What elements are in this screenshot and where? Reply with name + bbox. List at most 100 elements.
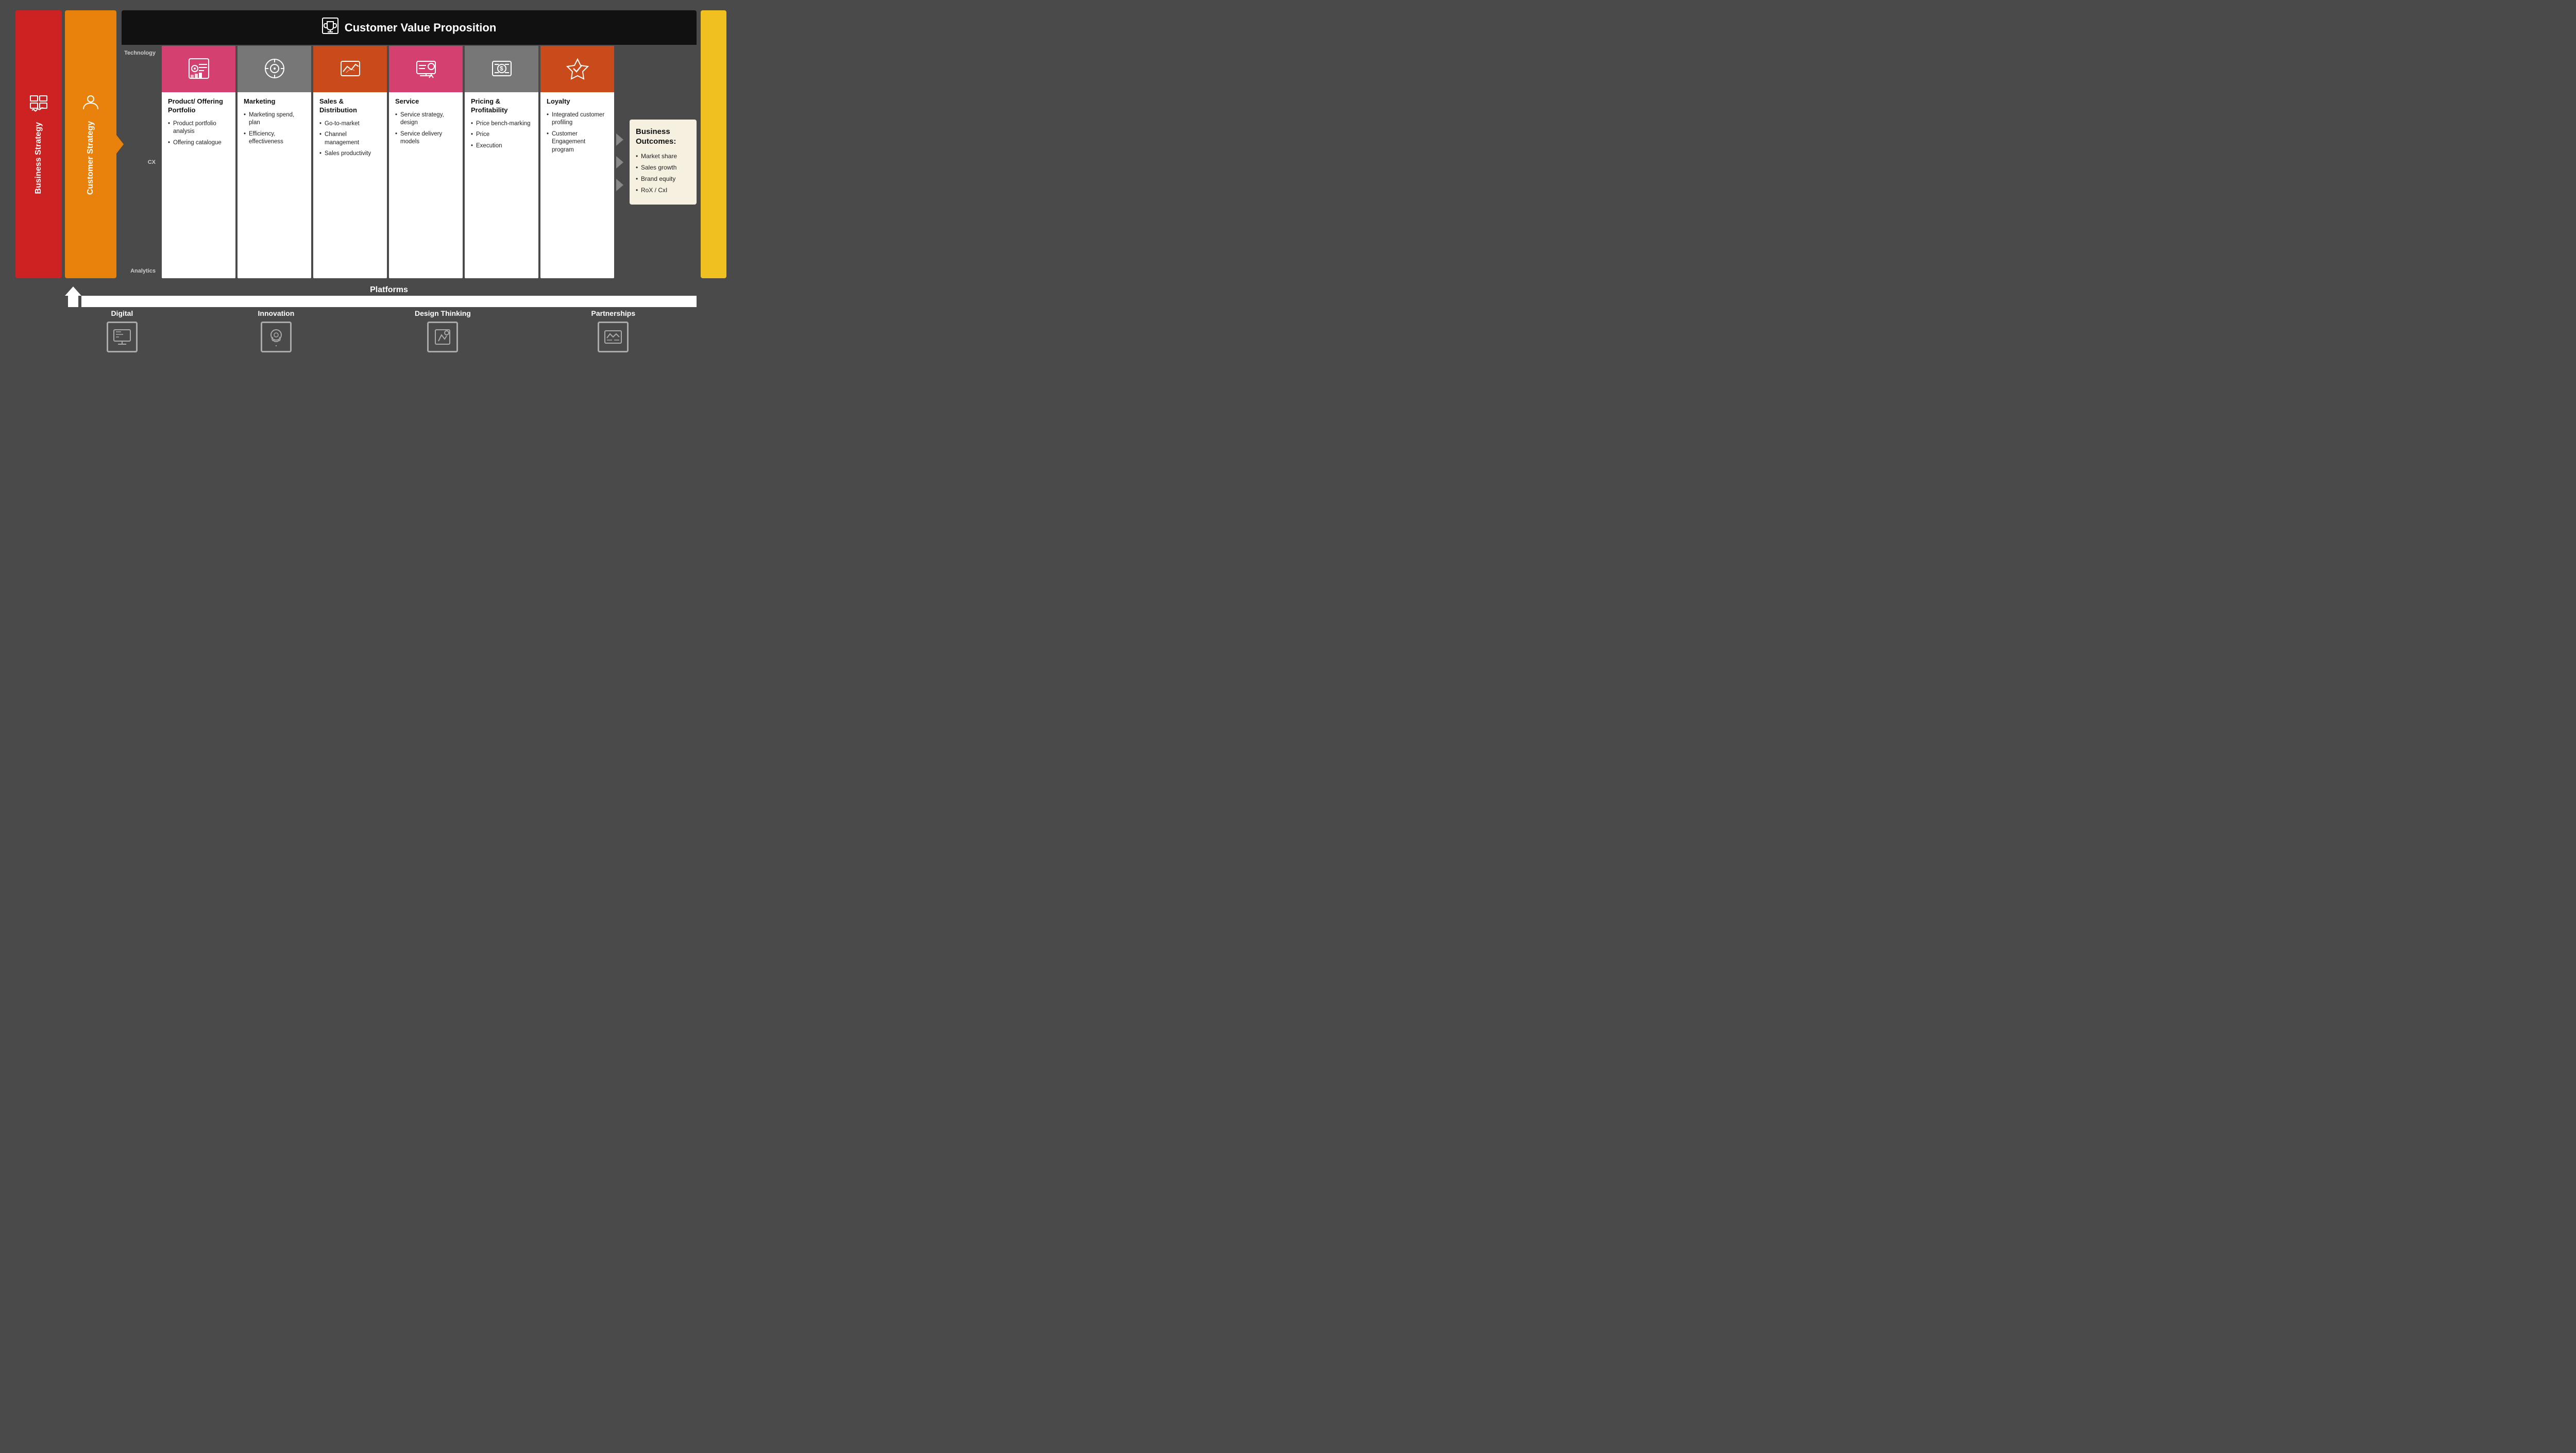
bullet-item: Price (471, 131, 532, 139)
col-loyalty-title: Loyalty (547, 97, 608, 106)
innovation-icon (261, 322, 292, 352)
up-arrow-head (65, 286, 81, 296)
platform-digital: Digital (107, 309, 138, 352)
col-sales-body: Sales & Distribution Go-to-market Channe… (313, 92, 387, 278)
right-arrows (616, 46, 623, 278)
col-product-title: Product/ Offering Portfolio (168, 97, 229, 115)
digital-icon (107, 322, 138, 352)
col-sales-header (313, 46, 387, 92)
platforms-label: Platforms (370, 285, 408, 295)
col-service-bullets: Service strategy, design Service deliver… (395, 111, 456, 146)
col-service: Service Service strategy, design Service… (389, 46, 463, 278)
outcome-item: RoX / CxI (636, 186, 690, 194)
bullet-item: Service strategy, design (395, 111, 456, 127)
product-icon (188, 57, 210, 84)
col-pricing-bullets: Price bench-marking Price Execution (471, 120, 532, 150)
platform-partnerships-label: Partnerships (591, 309, 636, 317)
col-service-title: Service (395, 97, 456, 106)
bullet-item: Marketing spend, plan (244, 111, 305, 127)
up-arrow-shaft (68, 296, 78, 307)
platform-icons-row: Digital Innovation (15, 309, 726, 352)
bullet-item: Integrated customer profiling (547, 111, 608, 127)
outcome-item: Market share (636, 152, 690, 160)
marketing-icon (263, 57, 286, 84)
cvp-title: Customer Value Proposition (345, 21, 497, 35)
outcomes-box: Business Outcomes: Market share Sales gr… (630, 120, 697, 205)
arrow-gray-bot (616, 179, 623, 191)
bullet-item: Product portfolio analysis (168, 120, 229, 136)
outcome-item: Brand equity (636, 175, 690, 183)
bullet-item: Service delivery models (395, 130, 456, 146)
bottom-section: Platforms Digital (15, 283, 726, 352)
svg-text:$: $ (500, 65, 503, 72)
row-label-cx: CX (122, 159, 158, 165)
col-marketing-title: Marketing (244, 97, 305, 106)
horizontal-arrow-body: Platforms (81, 296, 697, 307)
platform-innovation: Innovation (258, 309, 295, 352)
col-loyalty-bullets: Integrated customer profiling Customer E… (547, 111, 608, 155)
col-loyalty-header (540, 46, 614, 92)
col-sales: Sales & Distribution Go-to-market Channe… (313, 46, 387, 278)
col-marketing-body: Marketing Marketing spend, plan Efficien… (238, 92, 311, 278)
col-product-header (162, 46, 235, 92)
customer-icon (81, 94, 100, 116)
col-service-header (389, 46, 463, 92)
platform-innovation-label: Innovation (258, 309, 295, 317)
service-icon (415, 57, 437, 84)
col-pricing-body: Pricing & Profitability Price bench-mark… (465, 92, 538, 278)
business-icon (29, 95, 48, 117)
yellow-bar (701, 10, 726, 278)
platform-design-thinking: Design Thinking (415, 309, 471, 352)
outcomes-list: Market share Sales growth Brand equity R… (636, 152, 690, 195)
customer-arrow (116, 135, 124, 154)
platform-partnerships: Partnerships (591, 309, 636, 352)
col-product-bullets: Product portfolio analysis Offering cata… (168, 120, 229, 147)
platform-digital-label: Digital (111, 309, 133, 317)
col-service-body: Service Service strategy, design Service… (389, 92, 463, 278)
loyalty-icon (566, 57, 589, 84)
pricing-icon: $ (490, 57, 513, 84)
top-section: Business Strategy Customer Strategy (15, 10, 726, 278)
col-loyalty: Loyalty Integrated customer profiling Cu… (540, 46, 614, 278)
bullet-item: Price bench-marking (471, 120, 532, 128)
columns-wrapper: Product/ Offering Portfolio Product port… (162, 46, 614, 278)
col-product-body: Product/ Offering Portfolio Product port… (162, 92, 235, 278)
row-label-analytics: Analytics (122, 268, 158, 274)
outcomes-title: Business Outcomes: (636, 127, 690, 147)
cvp-header: Customer Value Proposition (122, 10, 697, 45)
partnerships-icon (598, 322, 629, 352)
arrow-gray-mid (616, 156, 623, 168)
outcome-item: Sales growth (636, 163, 690, 172)
bullet-item: Offering catalogue (168, 139, 229, 147)
col-marketing: Marketing Marketing spend, plan Efficien… (238, 46, 311, 278)
sales-icon (339, 57, 362, 84)
bullet-item: Efficiency, effectiveness (244, 130, 305, 146)
left-pillars: Business Strategy Customer Strategy (15, 10, 116, 278)
col-sales-title: Sales & Distribution (319, 97, 381, 115)
center-area: Customer Value Proposition Technology CX… (122, 10, 697, 278)
col-product: Product/ Offering Portfolio Product port… (162, 46, 235, 278)
col-pricing: $ Pricing & Profitability (465, 46, 538, 278)
trophy-icon (322, 18, 338, 38)
business-strategy-label: Business Strategy (33, 122, 44, 194)
main-container: Business Strategy Customer Strategy (0, 0, 742, 423)
columns-section: Technology CX Analytics (122, 46, 697, 278)
business-strategy-pillar: Business Strategy (15, 10, 62, 278)
bullet-item: Channel management (319, 131, 381, 147)
col-pricing-header: $ (465, 46, 538, 92)
bullet-item: Go-to-market (319, 120, 381, 128)
col-sales-bullets: Go-to-market Channel management Sales pr… (319, 120, 381, 158)
platform-design-label: Design Thinking (415, 309, 471, 317)
up-arrow (65, 286, 81, 307)
bullet-item: Customer Engagement program (547, 130, 608, 155)
col-loyalty-body: Loyalty Integrated customer profiling Cu… (540, 92, 614, 278)
design-thinking-icon (427, 322, 458, 352)
row-labels: Technology CX Analytics (122, 46, 158, 278)
customer-strategy-label: Customer Strategy (86, 121, 96, 195)
bullet-item: Sales productivity (319, 150, 381, 158)
row-label-technology: Technology (122, 50, 158, 56)
col-marketing-bullets: Marketing spend, plan Efficiency, effect… (244, 111, 305, 146)
col-marketing-header (238, 46, 311, 92)
arrow-gray-top (616, 133, 623, 146)
customer-strategy-pillar: Customer Strategy (65, 10, 116, 278)
